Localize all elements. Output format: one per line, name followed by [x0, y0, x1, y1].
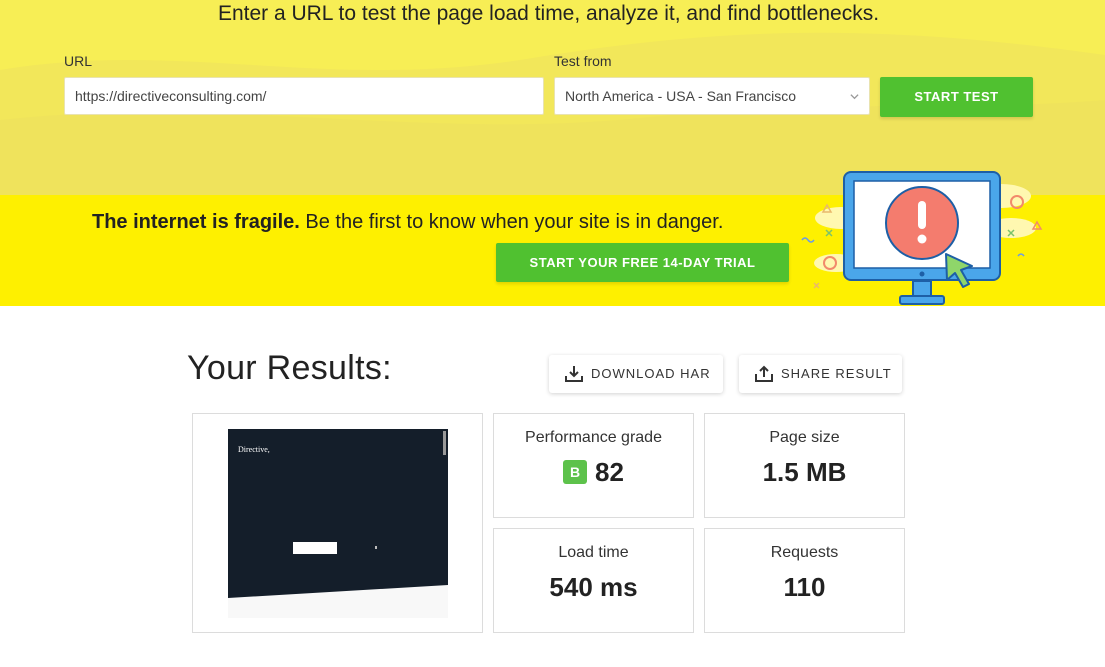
- test-location-value: North America - USA - San Francisco: [565, 88, 797, 104]
- performance-grade-label: Performance grade: [525, 429, 662, 446]
- promo-text-rest: Be the first to know when your site is i…: [299, 211, 724, 233]
- share-icon: [755, 365, 773, 382]
- results-title: Your Results:: [187, 349, 392, 387]
- performance-grade-value: B 82: [494, 457, 693, 488]
- start-test-button[interactable]: START TEST: [880, 77, 1033, 117]
- chevron-down-icon: [850, 94, 859, 100]
- page-screenshot-thumbnail: Directive,: [228, 429, 448, 618]
- screenshot-brand-text: Directive,: [238, 445, 270, 454]
- promo-text: The internet is fragile. Be the first to…: [92, 211, 723, 234]
- hero-headline: Enter a URL to test the page load time, …: [217, 2, 880, 25]
- free-trial-button[interactable]: START YOUR FREE 14-DAY TRIAL: [496, 243, 789, 282]
- page-size-card: Page size 1.5 MB: [704, 413, 905, 518]
- performance-score: 82: [595, 457, 624, 487]
- performance-grade-card: Performance grade B 82: [493, 413, 694, 518]
- test-location-select[interactable]: North America - USA - San Francisco: [554, 77, 870, 115]
- load-time-card: Load time 540 ms: [493, 528, 694, 633]
- url-input[interactable]: [64, 77, 544, 115]
- load-time-value: 540 ms: [549, 572, 638, 602]
- page-size-value: 1.5 MB: [762, 457, 847, 487]
- screenshot-arrow-mark: [375, 546, 377, 549]
- url-label: URL: [64, 53, 93, 69]
- screenshot-dark-background: [228, 429, 448, 598]
- requests-card: Requests 110: [704, 528, 905, 633]
- requests-label: Requests: [770, 544, 839, 561]
- screenshot-scrollbar: [443, 431, 446, 455]
- promo-bold-text: The internet is fragile.: [92, 211, 300, 233]
- monitor-alert-illustration: [801, 171, 1043, 305]
- share-result-label: SHARE RESULT: [781, 366, 892, 381]
- test-form-section: Enter a URL to test the page load time, …: [0, 0, 1105, 195]
- requests-value: 110: [783, 572, 826, 602]
- share-result-button[interactable]: SHARE RESULT: [739, 355, 902, 393]
- grade-badge: B: [563, 460, 588, 484]
- screenshot-button-shape: [293, 542, 337, 554]
- test-from-label: Test from: [554, 53, 612, 69]
- download-har-label: DOWNLOAD HAR: [591, 366, 711, 381]
- page-size-label: Page size: [769, 429, 840, 446]
- page-screenshot-card: Directive,: [192, 413, 483, 633]
- download-icon: [565, 366, 583, 382]
- download-har-button[interactable]: DOWNLOAD HAR: [549, 355, 723, 393]
- load-time-label: Load time: [558, 544, 629, 561]
